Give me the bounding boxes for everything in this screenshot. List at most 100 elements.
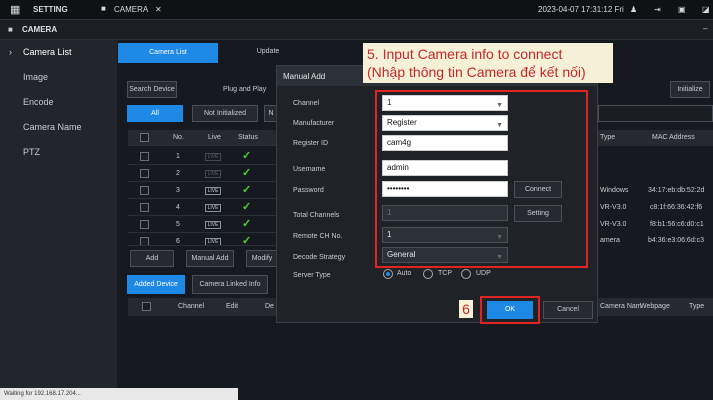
plug-play-label: Plug and Play [223,86,267,93]
row-mac: b4:36:e3:06:6d:c3 [648,237,705,244]
sidebar-item-camera-name[interactable]: Camera Name [23,122,82,132]
total-channels-label: Total Channels [293,212,340,219]
table-row[interactable]: 6 LIVE ✓ [128,234,278,246]
filter-not-initialized-button[interactable]: Not Initialized [192,105,258,122]
status-ok-icon: ✓ [242,150,252,162]
live-badge[interactable]: LIVE [205,153,221,161]
add-button[interactable]: Add [130,250,174,267]
grid-icon[interactable]: ▦ [10,3,20,16]
col-webpage: Webpage [640,303,670,310]
table-row[interactable]: 1 LIVE ✓ [128,149,278,165]
col-live: Live [208,134,221,141]
row-mac: c8:1f:66:36:42:f6 [650,204,703,211]
search-device-button[interactable]: Search Device [127,81,177,98]
select-all-added-checkbox[interactable] [142,302,151,311]
status-ok-icon: ✓ [242,235,252,246]
status-ok-icon: ✓ [242,184,252,196]
row-no: 2 [176,170,180,177]
col-channel: Channel [178,303,205,310]
col-type-added: Type [689,303,705,310]
status-ok-icon: ✓ [242,218,252,230]
live-badge[interactable]: LIVE [205,221,221,229]
added-table-header-right: Camera Nam Webpage Type [598,298,713,316]
row-checkbox[interactable] [140,169,149,178]
row-type: Windows [600,187,629,194]
row-checkbox[interactable] [140,220,149,229]
monitor-icon[interactable]: ▣ [678,5,686,14]
search-input[interactable] [598,105,713,122]
col-edit: Edit [226,303,239,310]
radio-auto[interactable] [383,269,393,279]
live-badge[interactable]: LIVE [205,187,221,195]
select-all-checkbox[interactable] [140,133,149,142]
table-row[interactable]: 5 LIVE ✓ [128,217,278,233]
initialize-button[interactable]: Initialize [670,81,710,98]
minimize-icon[interactable]: – [703,24,707,33]
row-no: 6 [176,238,180,245]
live-badge[interactable]: LIVE [205,238,221,245]
tab-added-device[interactable]: Added Device [127,275,185,294]
radio-auto-label: Auto [397,270,412,277]
menu-icon[interactable]: ◪ [702,5,710,14]
modify-button[interactable]: Modify [246,250,278,267]
table-row[interactable]: 3 LIVE ✓ [128,183,278,199]
table-row[interactable]: 4 LIVE ✓ [128,200,278,216]
sidebar-item-image[interactable]: Image [23,72,48,82]
sidebar-item-ptz[interactable]: PTZ [23,147,40,157]
col-no: No. [173,134,184,141]
ok-highlight [480,296,540,324]
section-title: CAMERA [22,25,58,34]
setting-label[interactable]: SETTING [33,5,68,14]
col-status: Status [238,134,258,141]
filter-all-button[interactable]: All [127,105,183,122]
step5-line1: 5. Input Camera info to connect [367,46,563,62]
row-no: 5 [176,221,180,228]
fields-highlight [375,90,588,268]
tab-camera-linked-info[interactable]: Camera Linked Info [192,275,268,294]
col-type: Type [600,134,616,141]
row-no: 3 [176,187,180,194]
register-id-label: Register ID [293,140,329,147]
radio-udp[interactable] [461,269,471,279]
camera-tab[interactable]: CAMERA [114,5,148,14]
live-badge[interactable]: LIVE [205,204,221,212]
password-label: Password [293,187,324,194]
sidebar-item-encode[interactable]: Encode [23,97,54,107]
radio-tcp[interactable] [423,269,433,279]
row-checkbox[interactable] [140,152,149,161]
logout-icon[interactable]: ⇥ [654,5,661,14]
sidebar-item-camera-list[interactable]: Camera List [23,47,72,57]
datetime: 2023-04-07 17:31:12 Fri [538,5,624,14]
decode-strategy-label: Decode Strategy [293,254,346,261]
section-header: ■ CAMERA – [0,20,713,40]
row-checkbox[interactable] [140,237,149,245]
user-icon[interactable]: ♟ [630,5,637,14]
row-type: VR-V3.0 [600,221,627,228]
tab-update[interactable]: Update [218,43,318,63]
col-camera-name: Camera Nam [600,303,642,310]
radio-tcp-label: TCP [438,270,452,277]
status-ok-icon: ✓ [242,201,252,213]
live-badge[interactable]: LIVE [205,170,221,178]
row-mac: 34:17:eb:db:52:2d [648,187,705,194]
tab-camera-list[interactable]: Camera List [118,43,218,63]
manual-add-button[interactable]: Manual Add [186,250,234,267]
radio-udp-label: UDP [476,270,491,277]
col-delete: De [265,303,274,310]
table-header: No. Live Status [128,130,278,146]
status-bar: Waiting for 192.168.17.204... [0,388,238,400]
camera-icon: ■ [8,25,13,34]
step6-label: 6 [459,300,473,318]
row-checkbox[interactable] [140,186,149,195]
row-checkbox[interactable] [140,203,149,212]
step5-line2: (Nhập thông tin Camera để kết nối) [367,64,586,80]
cancel-button[interactable]: Cancel [543,301,593,319]
sidebar: › Camera List Image Encode Camera Name P… [0,40,117,400]
status-ok-icon: ✓ [242,167,252,179]
table-row[interactable]: 2 LIVE ✓ [128,166,278,182]
username-label: Username [293,166,326,173]
col-mac: MAC Address [652,134,695,141]
close-tab-icon[interactable]: ✕ [155,5,162,14]
dialog-title: Manual Add [283,72,326,81]
table-header-right: Type MAC Address [598,130,713,146]
